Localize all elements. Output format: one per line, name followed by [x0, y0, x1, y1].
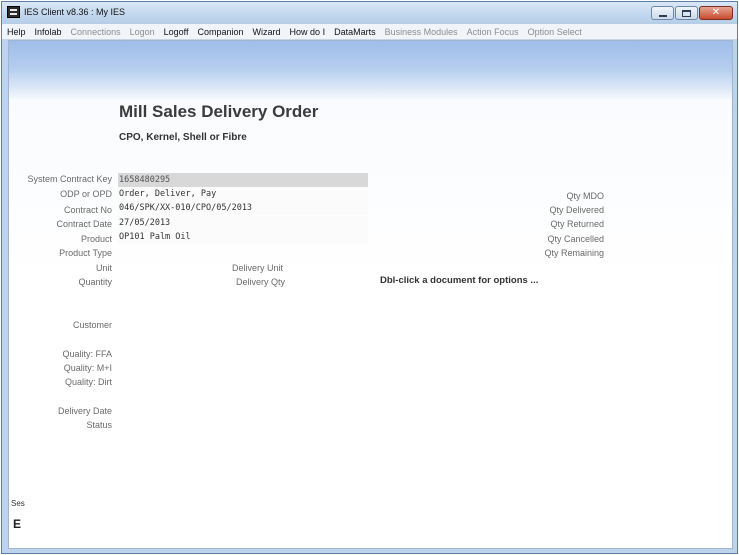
- label-quantity: Quantity: [78, 277, 112, 287]
- header-banner: [9, 41, 732, 99]
- contract-date-field[interactable]: 27/05/2013: [118, 216, 368, 230]
- window-controls: ✕: [651, 6, 733, 20]
- label-delivery-date: Delivery Date: [57, 406, 112, 416]
- menu-item-help[interactable]: Help: [7, 27, 26, 37]
- close-icon: ✕: [711, 7, 721, 18]
- menu-item-how-do-i[interactable]: How do I: [290, 27, 326, 37]
- maximize-icon: [682, 9, 691, 17]
- product-field[interactable]: OP101 Palm Oil: [118, 230, 368, 244]
- label-delivery-qty: Delivery Qty: [236, 277, 286, 287]
- label-customer: Customer: [72, 320, 112, 330]
- menu-item-wizard[interactable]: Wizard: [253, 27, 281, 37]
- side-strip: Ses E: [9, 491, 25, 548]
- label-qty-returned: Qty Returned: [550, 219, 604, 229]
- menu-item-business-modules[interactable]: Business Modules: [385, 27, 458, 37]
- label-unit: Unit: [95, 263, 112, 273]
- label-qty-remaining: Qty Remaining: [544, 248, 604, 258]
- minimize-button[interactable]: [651, 6, 674, 20]
- title-bar[interactable]: IES Client v8.36 : My IES ✕: [2, 2, 737, 24]
- menu-item-logoff[interactable]: Logoff: [164, 27, 189, 37]
- label-contract-date: Contract Date: [56, 219, 112, 229]
- label-status: Status: [86, 420, 112, 430]
- menu-item-infolab[interactable]: Infolab: [35, 27, 62, 37]
- content-area: [9, 99, 732, 548]
- label-product: Product: [80, 234, 112, 244]
- label-system-contract-key: System Contract Key: [27, 174, 112, 184]
- menu-item-option-select[interactable]: Option Select: [528, 27, 582, 37]
- app-window: IES Client v8.36 : My IES ✕ Help Infolab C…: [1, 1, 738, 554]
- main-content: Mill Sales Delivery Order CPO, Kernel, S…: [8, 40, 733, 549]
- menu-item-companion[interactable]: Companion: [198, 27, 244, 37]
- label-quality-dirt: Quality: Dirt: [64, 377, 112, 387]
- label-qty-cancelled: Qty Cancelled: [547, 234, 604, 244]
- label-odp-or-opd: ODP or OPD: [60, 189, 112, 199]
- close-button[interactable]: ✕: [699, 6, 733, 20]
- menu-item-connections[interactable]: Connections: [71, 27, 121, 37]
- menu-item-action-focus[interactable]: Action Focus: [467, 27, 519, 37]
- window-title: IES Client v8.36 : My IES: [24, 7, 126, 17]
- minimize-icon: [658, 14, 667, 17]
- system-contract-key-field[interactable]: 1658480295: [118, 173, 368, 187]
- document-options-hint: Dbl-click a document for options ...: [380, 275, 539, 286]
- label-product-type: Product Type: [59, 248, 112, 258]
- label-delivery-unit: Delivery Unit: [232, 263, 284, 273]
- odp-or-opd-field[interactable]: Order, Deliver, Pay: [118, 187, 368, 201]
- side-strip-label: Ses: [11, 499, 25, 508]
- label-quality-ffa: Quality: FFA: [62, 349, 112, 359]
- label-contract-no: Contract No: [63, 205, 112, 215]
- side-strip-icon[interactable]: E: [13, 517, 21, 531]
- page-subtitle: CPO, Kernel, Shell or Fibre: [119, 132, 247, 143]
- app-icon: [7, 6, 20, 18]
- contract-no-field[interactable]: 046/SPK/XX-010/CPO/05/2013: [118, 201, 368, 215]
- page-title: Mill Sales Delivery Order: [119, 102, 319, 121]
- label-quality-mi: Quality: M+I: [63, 363, 112, 373]
- menu-item-datamarts[interactable]: DataMarts: [334, 27, 376, 37]
- menu-item-logon[interactable]: Logon: [130, 27, 155, 37]
- label-qty-delivered: Qty Delivered: [549, 205, 604, 215]
- label-qty-mdo: Qty MDO: [566, 191, 605, 201]
- menu-bar: Help Infolab Connections Logon Logoff Compani…: [2, 24, 737, 40]
- maximize-button[interactable]: [675, 6, 698, 20]
